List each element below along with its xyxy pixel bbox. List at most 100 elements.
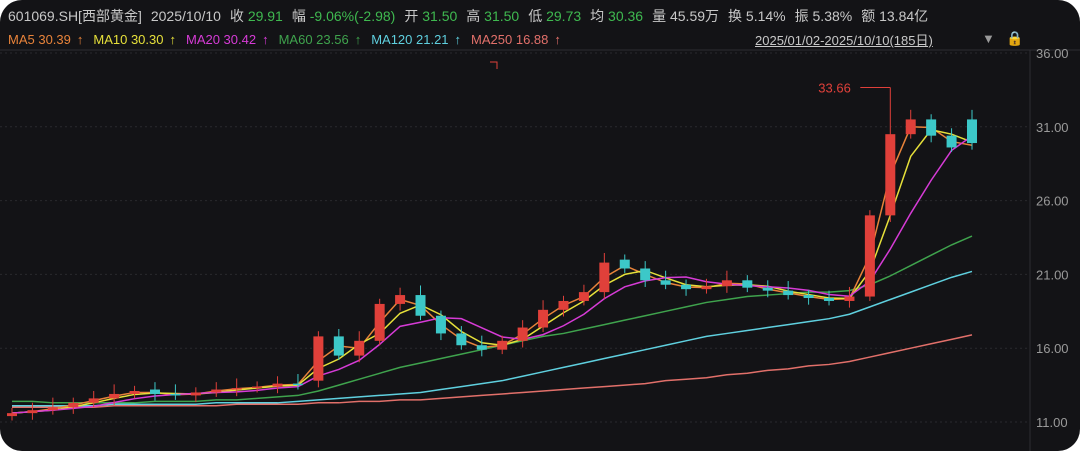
candlestick-chart: 36.00 31.00 26.00 21.00 16.00 11.00 33.66: [0, 46, 1080, 451]
avg-value: 30.36: [608, 8, 644, 24]
candle-body: [803, 295, 814, 299]
lock-icon[interactable]: 🔒: [1006, 30, 1023, 47]
candle-body: [640, 268, 651, 281]
candle-body: [456, 333, 467, 346]
amplitude-value: 5.38%: [812, 8, 853, 24]
candle-body: [783, 290, 794, 296]
candle-body: [435, 315, 446, 334]
turnover-label: 换: [728, 8, 743, 24]
ma-line-ma5: [11, 126, 973, 414]
candle-body: [47, 407, 58, 411]
ma-legend: MA5 30.39 ↑ MA10 30.30 ↑ MA20 30.42 ↑ MA60 23.…: [8, 30, 561, 48]
candle-body: [885, 134, 896, 216]
candle-body: [68, 402, 79, 408]
y-tick-label: 36.00: [1036, 46, 1069, 61]
change-label: 幅: [291, 8, 306, 24]
turnover-value: 5.14%: [745, 8, 786, 24]
candle-body: [905, 119, 916, 135]
amount-value: 13.84亿: [879, 8, 929, 24]
amplitude-label: 振: [794, 8, 809, 24]
y-tick-label: 26.00: [1036, 194, 1069, 209]
y-tick-label: 31.00: [1036, 120, 1069, 135]
ma-arrow-icon: ↑: [169, 31, 176, 47]
candle-body: [476, 345, 487, 350]
change-value: -9.06%(-2.98): [309, 8, 396, 24]
candle-body: [721, 280, 732, 287]
candle-body: [333, 336, 344, 356]
candle-body: [558, 300, 569, 310]
open-label: 开: [404, 8, 419, 24]
candle-body: [681, 284, 692, 290]
candle-body: [109, 393, 120, 399]
ma-legend-item: MA5 30.39 ↑: [8, 32, 83, 47]
volume-value: 45.59万: [669, 8, 720, 24]
candle-body: [252, 386, 263, 389]
y-tick-label: 11.00: [1036, 415, 1068, 430]
candle-body: [170, 393, 181, 396]
candle-body: [88, 398, 99, 403]
candle-body: [864, 215, 875, 297]
candle-body: [538, 309, 549, 328]
candle-body: [824, 298, 835, 301]
candle-body: [395, 295, 406, 304]
ma-legend-label: MA20 30.42: [185, 31, 257, 47]
low-value: 29.73: [546, 8, 582, 24]
ma-legend-item: MA10 30.30 ↑: [93, 32, 176, 47]
candle-body: [946, 135, 957, 148]
symbol[interactable]: 601069.SH[西部黄金]: [8, 6, 142, 26]
ma-arrow-icon: ↑: [454, 31, 462, 47]
candle-body: [497, 340, 508, 350]
candle-body: [231, 388, 242, 390]
max-price-label: 33.66: [818, 81, 851, 96]
amount-label: 额: [861, 8, 876, 24]
ma-arrow-icon: ↑: [354, 31, 362, 47]
close-label: 收: [229, 8, 244, 24]
crosshair-marker: [490, 61, 498, 69]
dropdown-triangle-icon[interactable]: ▼: [982, 31, 995, 46]
candle-body: [354, 340, 365, 356]
candle-body: [129, 391, 140, 394]
open-value: 31.50: [422, 8, 458, 24]
high-label: 高: [466, 8, 481, 24]
ma-legend-label: MA120 21.21: [371, 31, 449, 47]
candle-body: [701, 286, 712, 290]
volume-label: 量: [652, 8, 667, 24]
candle-body: [967, 119, 977, 144]
ma-legend-label: MA250 16.88: [471, 31, 549, 47]
candle-body: [415, 295, 426, 316]
date-range-selector[interactable]: 2025/01/02-2025/10/10(185日): [755, 30, 933, 49]
candle-body: [599, 262, 610, 293]
candle-body: [149, 389, 160, 394]
candle-body: [190, 392, 201, 396]
ma-arrow-icon: ↑: [262, 31, 269, 47]
ma-legend-item: MA20 30.42 ↑: [186, 32, 269, 47]
y-tick-label: 16.00: [1036, 341, 1069, 356]
avg-label: 均: [590, 8, 605, 24]
candle-body: [844, 296, 855, 301]
ma-line-ma10: [11, 128, 973, 414]
candle-body: [27, 410, 38, 414]
ma-legend-label: MA5 30.39: [8, 31, 71, 47]
candle-body: [211, 389, 222, 393]
candle-body: [517, 327, 528, 341]
kline-chart-panel: 36.00 31.00 26.00 21.00 16.00 11.00 33.66 6010…: [0, 0, 1080, 451]
candle-body: [374, 303, 385, 341]
candle-body: [742, 280, 753, 288]
ma-legend-item: MA250 16.88 ↑: [471, 32, 561, 47]
candle-body: [578, 292, 589, 301]
ma-legend-label: MA10 30.30: [93, 31, 164, 47]
high-value: 31.50: [484, 8, 520, 24]
candle-body: [660, 280, 671, 285]
ma-legend-item: MA120 21.21 ↑: [371, 32, 461, 47]
candle-body: [619, 259, 630, 269]
date: 2025/10/10: [150, 8, 221, 24]
candle-body: [926, 119, 937, 136]
y-tick-label: 21.00: [1036, 267, 1069, 282]
ma-legend-item: MA60 23.56 ↑: [279, 32, 362, 47]
ma-arrow-icon: ↑: [76, 31, 84, 47]
candle-body: [762, 287, 773, 291]
candle-body: [272, 383, 283, 387]
ma-legend-label: MA60 23.56: [278, 31, 349, 47]
ma-arrow-icon: ↑: [554, 31, 561, 47]
low-label: 低: [528, 8, 543, 24]
